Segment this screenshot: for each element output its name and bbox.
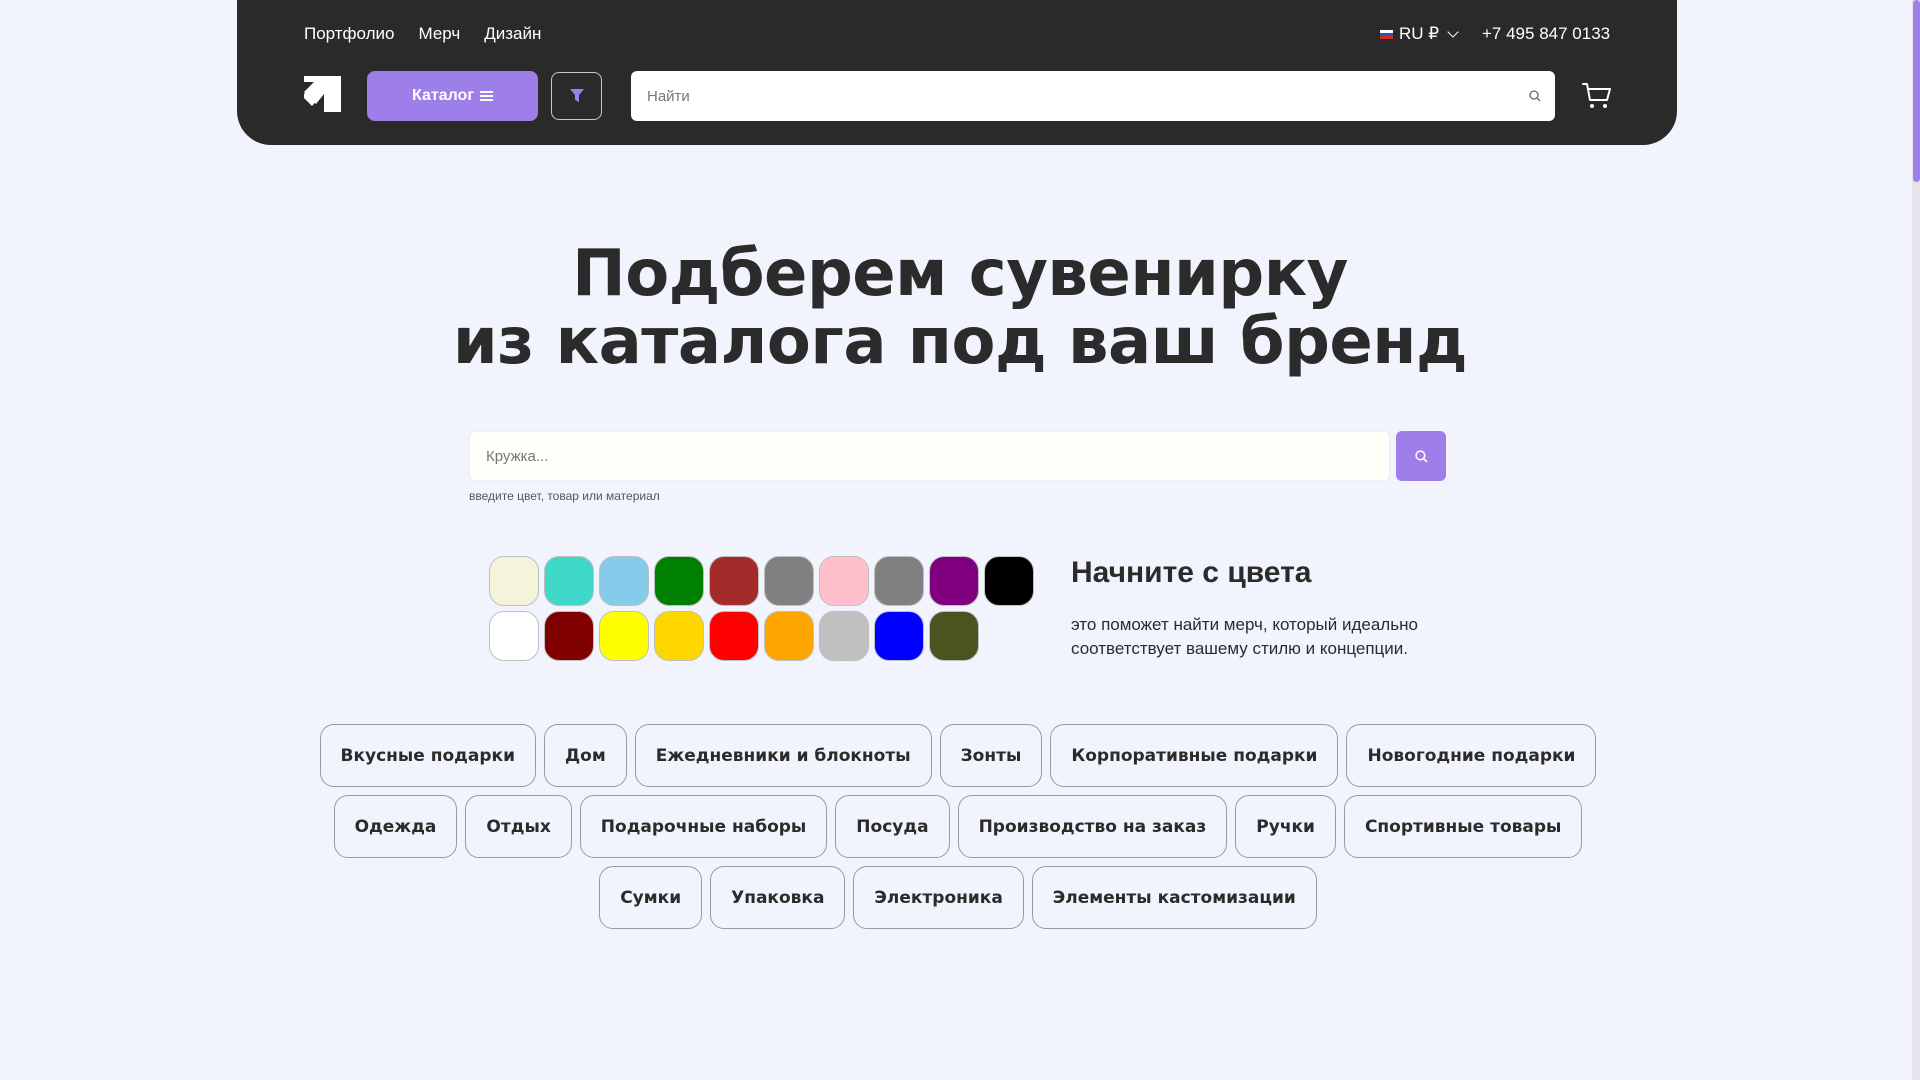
color-swatch[interactable] [709,556,759,606]
category-chip[interactable]: Производство на заказ [957,795,1228,858]
russia-flag-icon [1380,29,1393,39]
category-chip[interactable]: Зонты [939,724,1043,787]
header-search [631,71,1555,121]
header-search-input[interactable] [631,71,1515,121]
search-hint: введите цвет, товар или материал [469,489,660,503]
color-swatch[interactable] [819,611,869,661]
color-swatch[interactable] [599,611,649,661]
color-swatch[interactable] [489,611,539,661]
category-chip[interactable]: Вкусные подарки [319,724,536,787]
logo-arrow-icon[interactable] [304,76,341,112]
nav-design[interactable]: Дизайн [484,24,541,44]
nav-portfolio[interactable]: Портфолио [304,24,394,44]
color-swatch[interactable] [599,556,649,606]
locale-label: RU ₽ [1399,24,1440,43]
category-chip[interactable]: Сумки [599,866,703,929]
top-nav: Портфолио Мерч Дизайн [304,24,541,44]
category-chip[interactable]: Ручки [1235,795,1336,858]
color-swatch[interactable] [764,556,814,606]
color-swatch[interactable] [544,556,594,606]
site-header: Портфолио Мерч Дизайн RU ₽ +7 495 847 01… [237,0,1677,145]
category-chip[interactable]: Спортивные товары [1343,795,1583,858]
search-icon[interactable] [1515,90,1555,102]
color-swatch[interactable] [654,611,704,661]
category-list: Вкусные подарки Дом Ежедневники и блокноты… [300,724,1616,929]
color-section-title: Начните с цвета [1071,556,1312,589]
hero-title: Подберем сувенирку из каталога под ваш б… [0,240,1920,376]
category-chip[interactable]: Элементы кастомизации [1031,866,1317,929]
category-chip[interactable]: Новогодние подарки [1346,724,1597,787]
category-chip[interactable]: Дом [544,724,627,787]
category-chip[interactable]: Одежда [333,795,458,858]
color-swatch[interactable] [709,611,759,661]
scrollbar-thumb[interactable] [1913,0,1920,182]
color-swatch[interactable] [819,556,869,606]
color-swatches [489,556,1049,661]
cart-icon[interactable] [1582,80,1612,110]
color-swatch[interactable] [654,556,704,606]
search-icon [1414,449,1427,462]
filter-button[interactable] [551,72,602,120]
hero-title-line-1: Подберем сувенирку [572,237,1348,311]
color-swatch[interactable] [929,556,979,606]
category-chip[interactable]: Подарочные наборы [579,795,828,858]
hero-search-input[interactable] [469,431,1390,481]
catalog-button[interactable]: Каталог [367,71,538,121]
color-swatch[interactable] [489,556,539,606]
phone-number[interactable]: +7 495 847 0133 [1482,24,1610,44]
filter-icon [569,89,584,102]
color-swatch[interactable] [929,611,979,661]
catalog-label: Каталог [412,87,474,104]
category-chip[interactable]: Посуда [835,795,950,858]
hero-title-line-2: из каталога под ваш бренд [452,305,1468,379]
color-swatch[interactable] [874,556,924,606]
menu-icon [479,89,493,103]
nav-merch[interactable]: Мерч [418,24,460,44]
color-swatch[interactable] [984,556,1034,606]
hero-search-button[interactable] [1396,431,1446,481]
chevron-down-icon [1447,26,1459,38]
category-chip[interactable]: Упаковка [710,866,846,929]
color-swatch[interactable] [544,611,594,661]
hero-search [469,431,1390,481]
category-chip[interactable]: Корпоративные подарки [1050,724,1339,787]
category-chip[interactable]: Ежедневники и блокноты [634,724,932,787]
color-swatch[interactable] [874,611,924,661]
color-swatch[interactable] [764,611,814,661]
locale-selector[interactable]: RU ₽ [1380,24,1459,44]
category-chip[interactable]: Электроника [853,866,1024,929]
color-section-text: это поможет найти мерч, который идеально… [1071,615,1418,658]
category-chip[interactable]: Отдых [465,795,572,858]
